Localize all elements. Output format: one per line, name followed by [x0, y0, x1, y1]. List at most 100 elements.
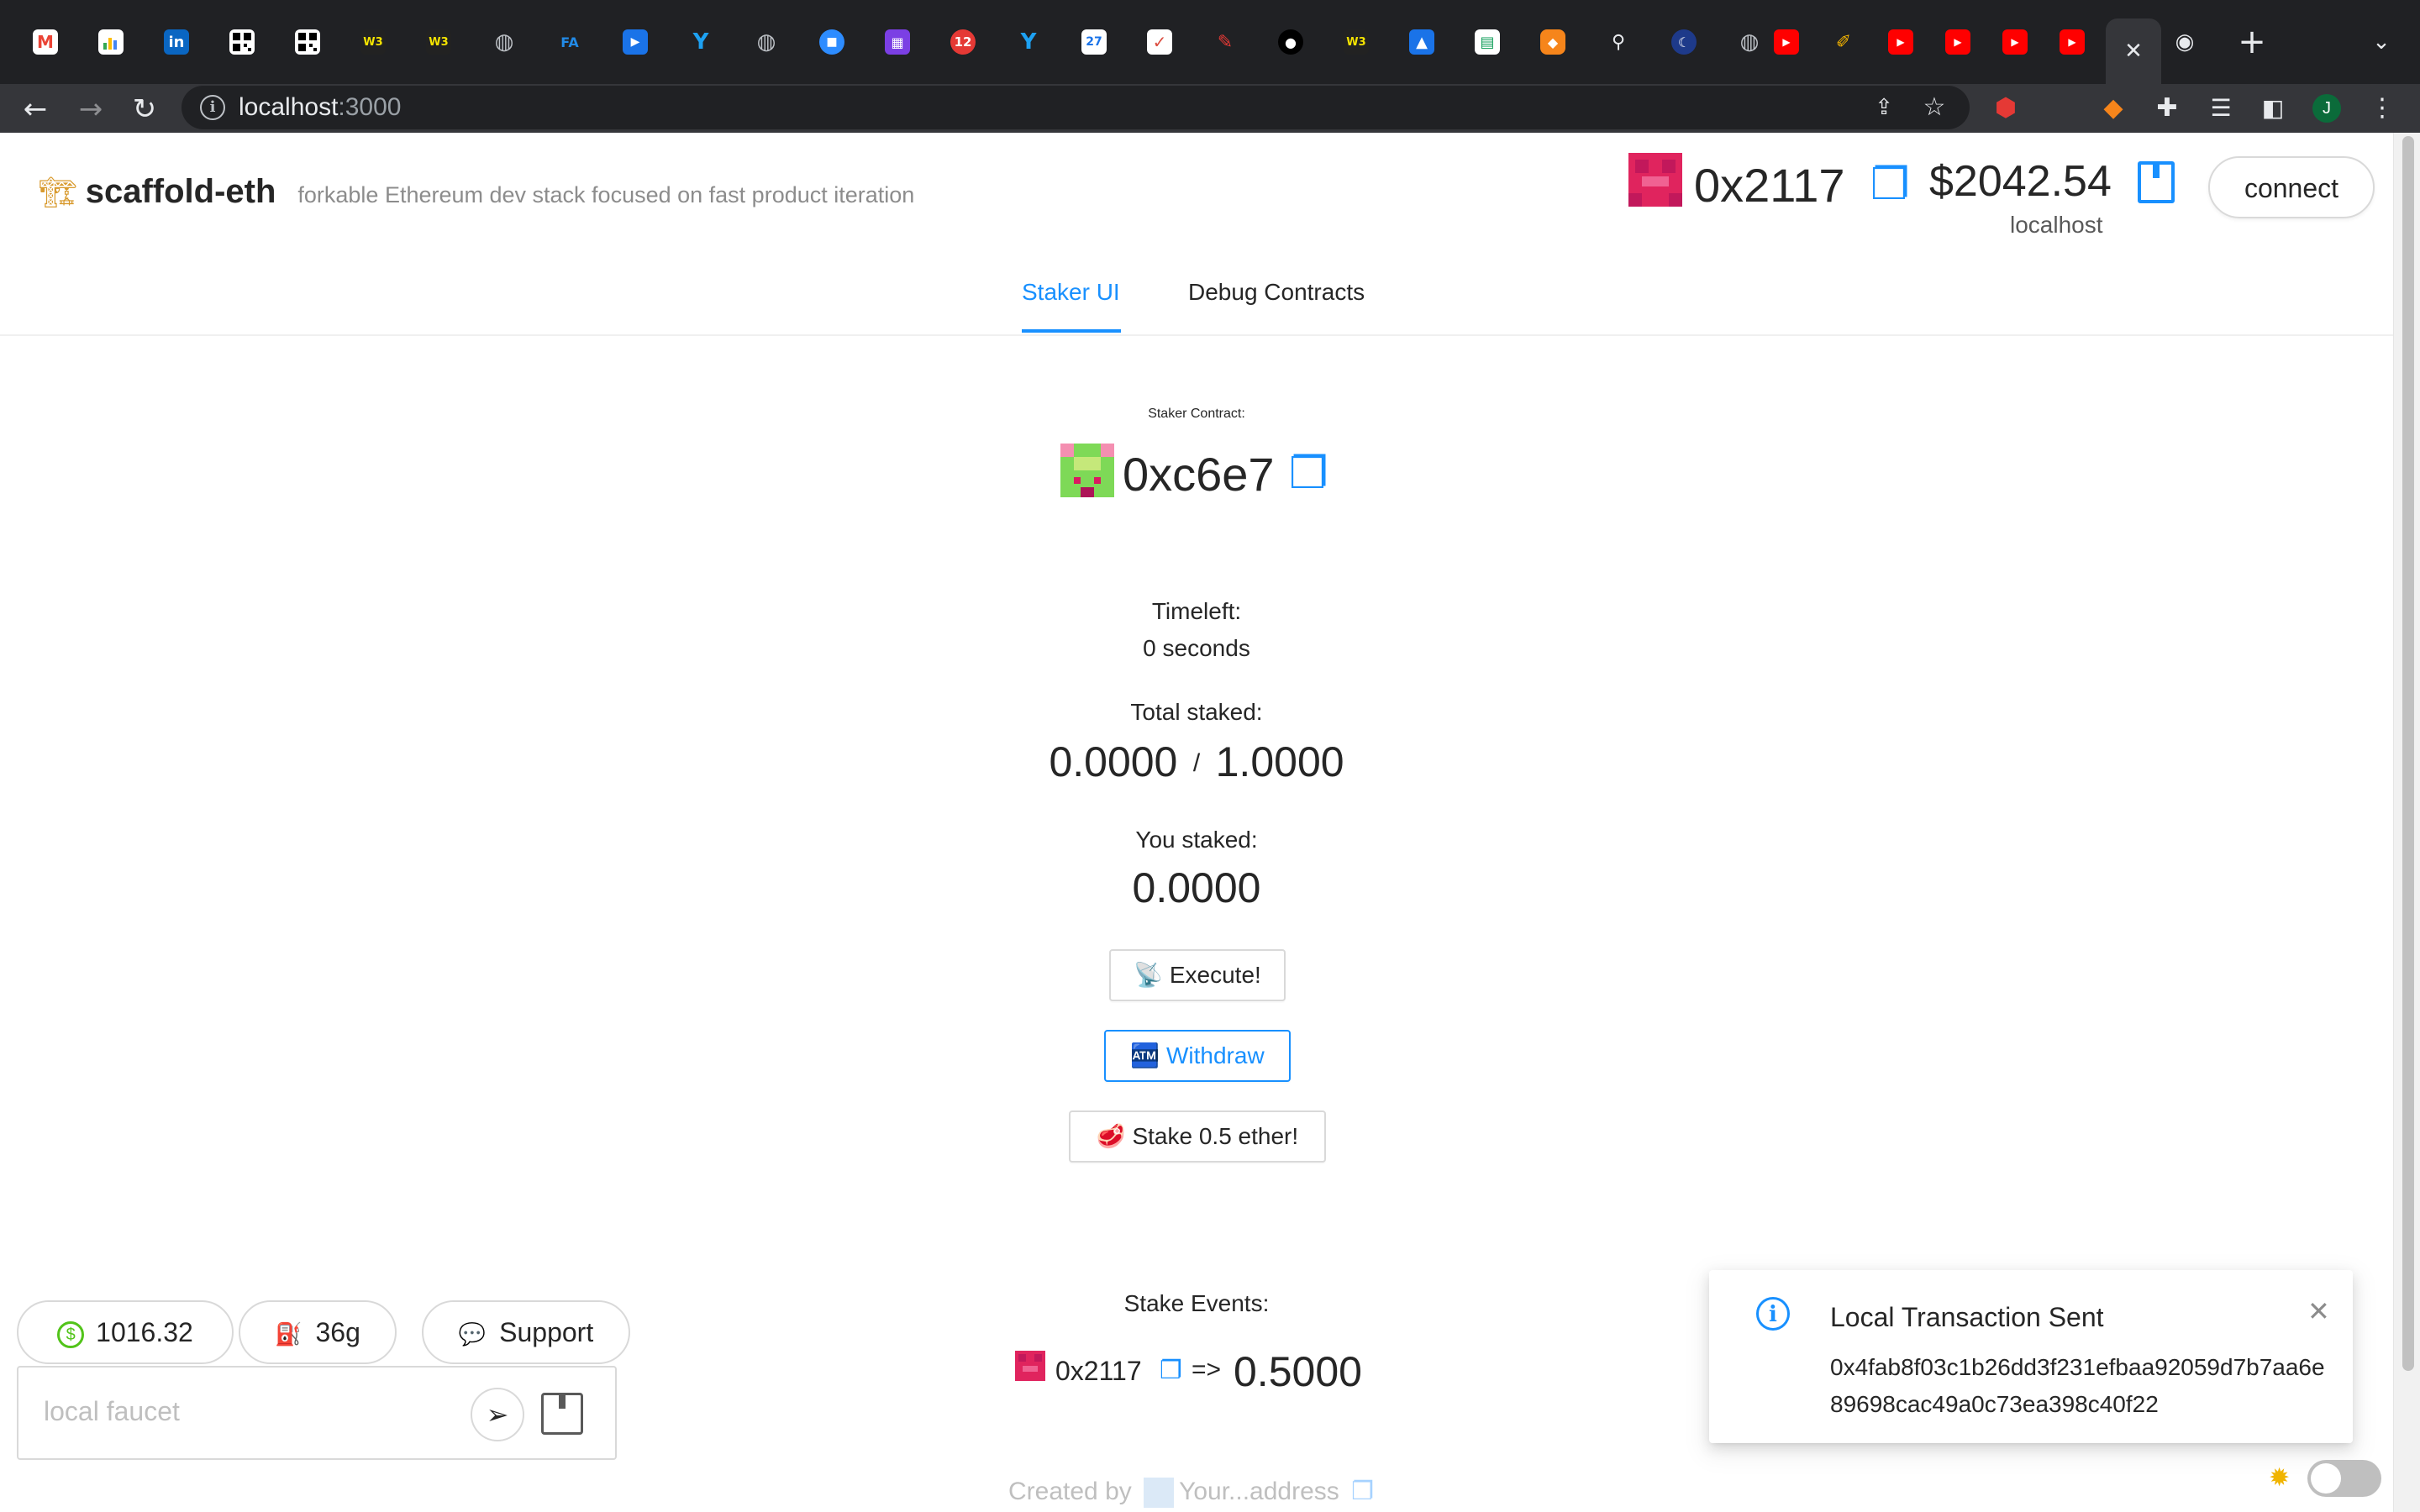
app-header-brand[interactable]: 🏗 scaffold-eth forkable Ethereum dev sta…	[39, 173, 914, 211]
staker-contract-address[interactable]: 0xc6e7	[1123, 447, 1275, 501]
tab-youtube-5[interactable]: ▶	[2054, 18, 2091, 66]
tab-linkedin[interactable]: in	[158, 18, 195, 66]
extensions-puzzle-icon[interactable]: ✚	[2149, 91, 2185, 126]
new-tab-button[interactable]: +	[2232, 20, 2272, 64]
local-faucet-input-group: local faucet ➢	[17, 1366, 617, 1460]
tab-y-1[interactable]: Y	[682, 18, 719, 66]
tab-staker-ui[interactable]: Staker UI	[1022, 279, 1120, 306]
local-faucet-input[interactable]: local faucet	[44, 1396, 180, 1427]
video-icon: ▶	[623, 29, 648, 55]
tab-zoom[interactable]: ■	[813, 18, 850, 66]
tab-active-localhost[interactable]: ✕	[2106, 18, 2161, 84]
tab-youtube-2[interactable]: ▶	[1882, 18, 1919, 66]
faucet-wallet-icon[interactable]	[541, 1393, 583, 1435]
tab-sheets[interactable]	[92, 18, 129, 66]
scrollbar-thumb[interactable]	[2402, 136, 2414, 1371]
address-bar[interactable]: i localhost:3000 ⇪ ☆	[182, 86, 1970, 129]
tab-search-chevron-icon[interactable]: ⌄	[2361, 20, 2402, 64]
notification-title: Local Transaction Sent	[1830, 1302, 2104, 1332]
tab-telescope[interactable]: ⚲	[1600, 18, 1637, 66]
back-arrow-icon[interactable]: ←	[17, 91, 54, 128]
tab-web3-2[interactable]: W3	[420, 18, 457, 66]
footer-address[interactable]: Your...address	[1179, 1478, 1339, 1505]
tab-ruler[interactable]: ✐	[1825, 18, 1862, 66]
tab-youtube-4[interactable]: ▶	[1996, 18, 2033, 66]
drive-icon: ▲	[1409, 29, 1434, 55]
tab-youtube-1[interactable]: ▶	[1768, 18, 1805, 66]
metamask-icon: ◆	[1540, 29, 1565, 55]
tab-web3-1[interactable]: W3	[355, 18, 392, 66]
tab-metamask[interactable]: ◆	[1534, 18, 1571, 66]
tab-github[interactable]: ●	[1272, 18, 1309, 66]
forward-arrow-icon[interactable]: →	[72, 91, 109, 128]
url-port: :3000	[338, 93, 402, 121]
tab-globe-3[interactable]: ◍	[1731, 18, 1768, 66]
copy-contract-icon[interactable]: ❐	[1289, 449, 1328, 499]
notification-close-icon[interactable]: ✕	[2307, 1295, 2330, 1327]
tab-web3-3[interactable]: W3	[1338, 18, 1375, 66]
app-page: 🏗 scaffold-eth forkable Ethereum dev sta…	[0, 133, 2393, 1512]
tab-app[interactable]: ▤	[1469, 18, 1506, 66]
stake-button[interactable]: 🥩 Stake 0.5 ether!	[1069, 1110, 1326, 1163]
profile-initial: J	[2312, 94, 2341, 123]
tab-moon[interactable]: ☾	[1665, 18, 1702, 66]
tab-gmail[interactable]: M	[27, 18, 64, 66]
tab-qr-1[interactable]	[224, 18, 260, 66]
tab-store[interactable]: ▦	[879, 18, 916, 66]
site-info-icon[interactable]: i	[200, 95, 225, 120]
calendar-icon: 27	[1081, 29, 1107, 55]
speech-bubble-icon: 💬	[458, 1322, 487, 1347]
event-blockie-avatar	[1015, 1351, 1045, 1381]
tab-globe-1[interactable]: ◍	[486, 18, 523, 66]
wallet-icon[interactable]	[2138, 161, 2175, 203]
tab-y-2[interactable]: Y	[1010, 18, 1047, 66]
side-panel-icon[interactable]: ◧	[2255, 91, 2291, 126]
reading-list-icon[interactable]: ☰	[2203, 91, 2238, 126]
tab-debug-contracts[interactable]: Debug Contracts	[1188, 279, 1365, 306]
tab-todo[interactable]: ✓	[1141, 18, 1178, 66]
metamask-extension-icon[interactable]: ◆	[2096, 91, 2131, 126]
tab-fa[interactable]: FA	[551, 18, 588, 66]
tab-pin[interactable]: ✎	[1207, 18, 1244, 66]
page-scrollbar[interactable]	[2393, 133, 2420, 1512]
gas-price-pill[interactable]: ⛽ 36g	[239, 1300, 397, 1364]
adblock-extension-icon[interactable]: ⬢	[1988, 91, 2023, 126]
connect-button[interactable]: connect	[2208, 156, 2375, 218]
tab-calendar-badge[interactable]: 12	[944, 18, 981, 66]
support-button[interactable]: 💬 Support	[422, 1300, 630, 1364]
globe-icon: ◍	[1739, 29, 1760, 55]
withdraw-button[interactable]: 🏧 Withdraw	[1104, 1030, 1291, 1082]
gmail-icon: M	[33, 29, 58, 55]
fuel-pump-icon: ⛽	[275, 1322, 302, 1347]
execute-button[interactable]: 📡 Execute!	[1109, 949, 1286, 1001]
tab-youtube-3[interactable]: ▶	[1939, 18, 1976, 66]
send-icon[interactable]: ➢	[471, 1388, 524, 1441]
eth-price-pill[interactable]: $1016.32	[17, 1300, 234, 1364]
account-address[interactable]: 0x2117	[1694, 158, 1845, 213]
event-address[interactable]: 0x2117	[1055, 1356, 1142, 1387]
copy-event-address-icon[interactable]: ❐	[1160, 1356, 1182, 1385]
share-icon[interactable]: ⇪	[1869, 92, 1899, 123]
event-amount: 0.5000	[1234, 1348, 1362, 1395]
browser-menu-icon[interactable]: ⋮	[2365, 91, 2400, 126]
close-icon[interactable]: ✕	[2121, 39, 2146, 64]
copy-address-icon[interactable]: ❐	[1870, 160, 1910, 210]
tab-drive[interactable]: ▲	[1403, 18, 1440, 66]
reload-icon[interactable]: ↻	[126, 91, 163, 128]
you-staked-label: You staked:	[1135, 827, 1258, 853]
bookmark-star-icon[interactable]: ☆	[1919, 92, 1949, 123]
tab-globe-2[interactable]: ◍	[748, 18, 785, 66]
youtube-icon: ▶	[1774, 29, 1799, 55]
footer-copy-icon[interactable]: ❐	[1351, 1477, 1374, 1506]
tab-chrome[interactable]: ◉	[2166, 18, 2203, 66]
url-text[interactable]: localhost:3000	[239, 86, 401, 129]
profile-avatar[interactable]: J	[2309, 91, 2344, 126]
tab-video[interactable]: ▶	[617, 18, 654, 66]
account-balance[interactable]: $2042.54	[1929, 156, 2112, 207]
theme-toggle[interactable]	[2307, 1460, 2381, 1497]
moon-icon: ☾	[1671, 29, 1697, 55]
tab-qr-2[interactable]	[289, 18, 326, 66]
tab-calendar[interactable]: 27	[1076, 18, 1113, 66]
footer-created-by: Created by Your...address ❐	[1008, 1477, 1374, 1509]
browser-tab-strip: M in W3 W3 ◍ FA ▶ Y ◍ ■ ▦ 12 Y 27 ✓ ✎ ● …	[0, 0, 2420, 84]
